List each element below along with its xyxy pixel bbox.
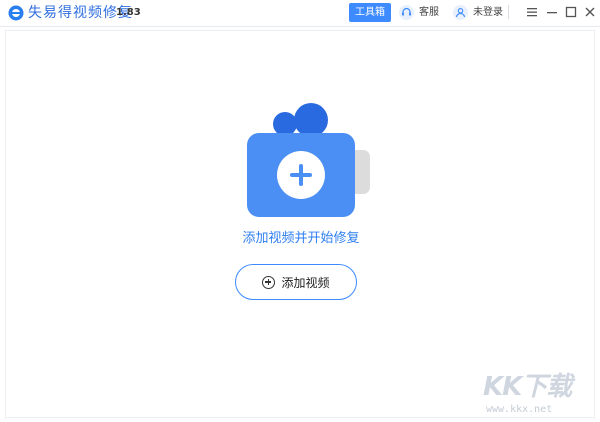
plus-circle-icon bbox=[262, 275, 276, 289]
close-icon[interactable] bbox=[582, 4, 598, 20]
customer-service-button[interactable]: 客服 bbox=[399, 3, 439, 22]
add-video-plus-icon[interactable] bbox=[277, 151, 325, 199]
title-bar: 失易得视频修复 1.83 工具箱 客服 未登录 bbox=[0, 0, 600, 27]
watermark-url: www.kkx.net bbox=[486, 404, 553, 415]
add-video-button[interactable]: 添加视频 bbox=[235, 264, 357, 300]
watermark-logo: KK下载 bbox=[483, 372, 572, 402]
camera-reel-large bbox=[294, 103, 328, 137]
menu-icon[interactable] bbox=[524, 4, 540, 20]
video-camera-illustration[interactable] bbox=[247, 103, 377, 219]
headset-icon bbox=[399, 5, 414, 20]
minimize-icon[interactable] bbox=[544, 4, 560, 20]
header-divider bbox=[508, 5, 509, 19]
user-icon bbox=[453, 5, 468, 20]
drop-zone[interactable]: 添加视频并开始修复 添加视频 bbox=[5, 30, 595, 418]
toolbox-button[interactable]: 工具箱 bbox=[349, 3, 391, 22]
login-button[interactable]: 未登录 bbox=[453, 3, 503, 22]
app-version: 1.83 bbox=[116, 7, 141, 18]
add-video-hint: 添加视频并开始修复 bbox=[242, 231, 360, 246]
app-logo-icon bbox=[8, 5, 24, 21]
add-video-button-label: 添加视频 bbox=[281, 275, 330, 290]
login-label: 未登录 bbox=[473, 7, 503, 18]
customer-service-label: 客服 bbox=[419, 7, 439, 18]
maximize-icon[interactable] bbox=[563, 4, 579, 20]
